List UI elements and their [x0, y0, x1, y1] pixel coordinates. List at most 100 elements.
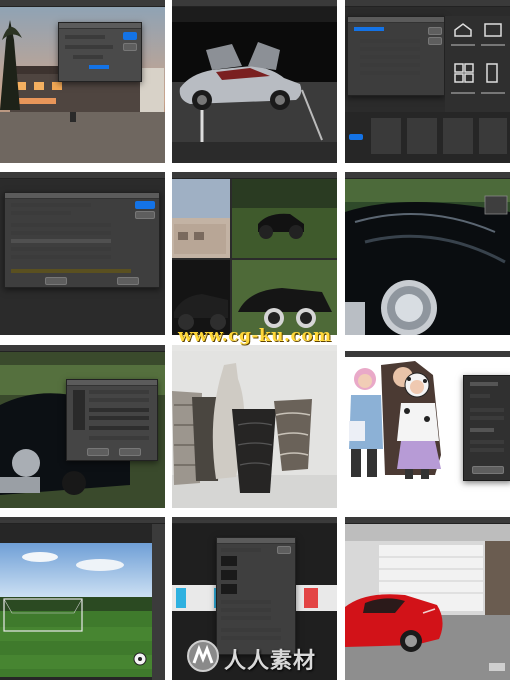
dialog: [58, 22, 142, 82]
vintage-car-collage-image: [172, 178, 337, 335]
banner-block: [304, 588, 318, 608]
dialog-row: [65, 35, 105, 39]
dialog-row: [11, 223, 111, 227]
dialog-row: [89, 390, 149, 394]
dialog-row: [11, 231, 111, 235]
dialog-row: [360, 71, 420, 75]
cancel-button[interactable]: [87, 448, 109, 456]
toolbar: [172, 517, 337, 524]
toolbar: [0, 345, 165, 352]
dialog-row: [360, 39, 420, 43]
cancel-button[interactable]: [135, 211, 155, 219]
tile-house-dusk-dialog: [0, 0, 165, 163]
toolbar: [172, 0, 337, 7]
url-watermark-text: www.cg-ku.com: [178, 326, 332, 346]
dialog-row: [221, 600, 271, 604]
dialog-title-bar: [5, 193, 159, 199]
brand-watermark-text: 人人素材: [224, 649, 317, 674]
panel-row: [470, 408, 504, 412]
dialog-row: [11, 211, 71, 215]
red-car-image: [345, 523, 510, 680]
tile-camera-raw-dialog: [0, 172, 165, 335]
footer-button[interactable]: [117, 277, 139, 285]
vases-image: [172, 351, 337, 508]
toolbar: [0, 517, 165, 524]
tile-silver-gullwing-car: [172, 0, 337, 163]
ok-button[interactable]: [123, 32, 137, 40]
banner-block: [176, 588, 186, 608]
cancel-button[interactable]: [123, 43, 137, 51]
toolbar: [0, 0, 165, 7]
tile-red-sports-car: [345, 517, 510, 680]
dialog-row: [360, 55, 420, 59]
view-mode-row[interactable]: [470, 394, 490, 398]
preset-tab[interactable]: [354, 27, 384, 31]
ok-button[interactable]: [277, 546, 291, 554]
preview-thumb: [221, 584, 237, 594]
recent-file-thumb[interactable]: [443, 118, 473, 154]
dialog-row: [221, 616, 271, 620]
image-size-dialog: [66, 379, 158, 461]
width-field[interactable]: [89, 408, 149, 412]
resample-row[interactable]: [89, 436, 149, 440]
preview-thumb: [221, 570, 237, 580]
recent-file-thumb[interactable]: [407, 118, 437, 154]
recent-file-thumb[interactable]: [371, 118, 401, 154]
fill-dialog: [216, 537, 296, 655]
dialog-row: [73, 55, 103, 59]
preview-thumb: [221, 556, 237, 566]
dialog-row: [11, 255, 111, 259]
new-document-dialog: [347, 16, 445, 96]
preset-icons: [451, 23, 505, 94]
checkbox-row[interactable]: [221, 628, 281, 632]
recent-files-strip: [345, 112, 510, 163]
dialog-row: [65, 45, 113, 49]
preview-thumb: [73, 390, 85, 430]
toolbar: [345, 517, 510, 524]
dialog-row-selected[interactable]: [11, 239, 111, 243]
tile-kids-select-mask: [345, 345, 510, 508]
toolbar: [0, 172, 165, 179]
tile-vintage-car-collage: [172, 172, 337, 335]
black-car-image: [345, 178, 510, 335]
checkbox-row[interactable]: [221, 636, 281, 640]
dialog-row: [221, 548, 261, 552]
ok-button[interactable]: [472, 466, 504, 474]
preset-icons-panel: [445, 16, 510, 112]
dialog-row: [11, 203, 91, 207]
height-field[interactable]: [89, 416, 149, 420]
create-new-button[interactable]: [349, 134, 363, 140]
ok-button[interactable]: [119, 448, 141, 456]
dialog-title-bar: [67, 380, 157, 386]
panel-heading: [470, 382, 498, 386]
tile-new-document-dialog: [345, 0, 510, 163]
dialog-row: [11, 247, 111, 251]
dialog-title-bar: [348, 17, 444, 23]
resolution-field[interactable]: [89, 426, 149, 430]
dialog-title-bar: [217, 538, 295, 544]
settings-dialog: [4, 192, 160, 288]
panel-heading: [470, 428, 494, 432]
footer-button[interactable]: [45, 277, 67, 285]
panel-row: [470, 440, 504, 444]
toolbar: [172, 172, 337, 179]
panel-row: [470, 448, 504, 452]
dialog-row: [89, 398, 149, 402]
recent-file-thumb[interactable]: [479, 118, 507, 154]
tile-soccer-field: [0, 517, 165, 680]
warning-row: [11, 269, 131, 273]
dialog-field[interactable]: [89, 65, 109, 69]
dialog-row: [360, 63, 420, 67]
tile-content-aware-dialog: 人人素材: [172, 517, 337, 680]
ok-button[interactable]: [135, 201, 155, 209]
dialog-row: [360, 47, 420, 51]
brand-logo-icon: [187, 640, 219, 672]
soccer-field-image: [0, 523, 165, 680]
tile-black-car-headlight: [345, 172, 510, 335]
close-button[interactable]: [428, 37, 442, 45]
select-and-mask-panel: [463, 375, 510, 481]
toolbar: [345, 172, 510, 179]
tile-ceramic-vases: [172, 345, 337, 508]
create-button[interactable]: [428, 27, 442, 35]
toolbar: [345, 0, 510, 7]
